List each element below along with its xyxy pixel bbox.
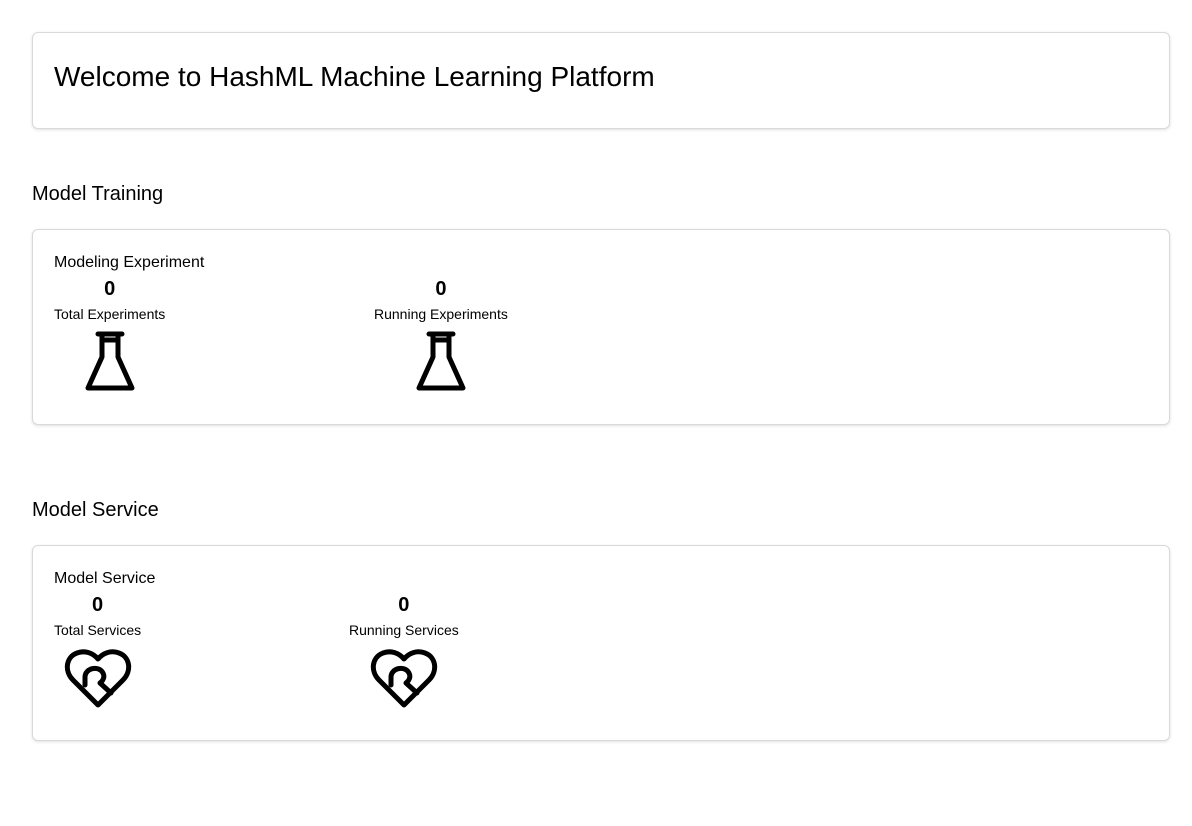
heart-link-icon bbox=[369, 647, 439, 709]
model-service-title: Model Service bbox=[54, 570, 156, 587]
total-services-label: Total Services bbox=[54, 622, 142, 638]
dashboard-page: Welcome to HashML Machine Learning Platf… bbox=[0, 0, 1192, 826]
welcome-title: Welcome to HashML Machine Learning Platf… bbox=[54, 61, 655, 92]
running-experiments-value: 0 bbox=[435, 278, 447, 300]
modeling-experiment-card: Modeling Experiment 0 Total Experiments … bbox=[32, 229, 1170, 425]
flask-icon bbox=[84, 331, 136, 393]
model-training-heading: Model Training bbox=[32, 183, 164, 205]
model-service-heading: Model Service bbox=[32, 499, 159, 521]
modeling-experiment-title: Modeling Experiment bbox=[54, 254, 205, 271]
flask-icon bbox=[415, 331, 467, 393]
total-experiments-label: Total Experiments bbox=[54, 306, 166, 322]
running-experiments-stat[interactable]: 0 Running Experiments bbox=[374, 277, 508, 393]
total-experiments-value: 0 bbox=[104, 278, 116, 300]
running-services-label: Running Services bbox=[349, 622, 459, 638]
total-services-stat[interactable]: 0 Total Services bbox=[54, 593, 141, 709]
heart-link-icon bbox=[63, 647, 133, 709]
welcome-card: Welcome to HashML Machine Learning Platf… bbox=[32, 32, 1170, 129]
model-service-card: Model Service 0 Total Services 0 Running… bbox=[32, 545, 1170, 741]
running-experiments-label: Running Experiments bbox=[374, 306, 508, 322]
total-services-value: 0 bbox=[92, 594, 104, 616]
running-services-value: 0 bbox=[398, 594, 410, 616]
running-services-stat[interactable]: 0 Running Services bbox=[349, 593, 459, 709]
total-experiments-stat[interactable]: 0 Total Experiments bbox=[54, 277, 165, 393]
